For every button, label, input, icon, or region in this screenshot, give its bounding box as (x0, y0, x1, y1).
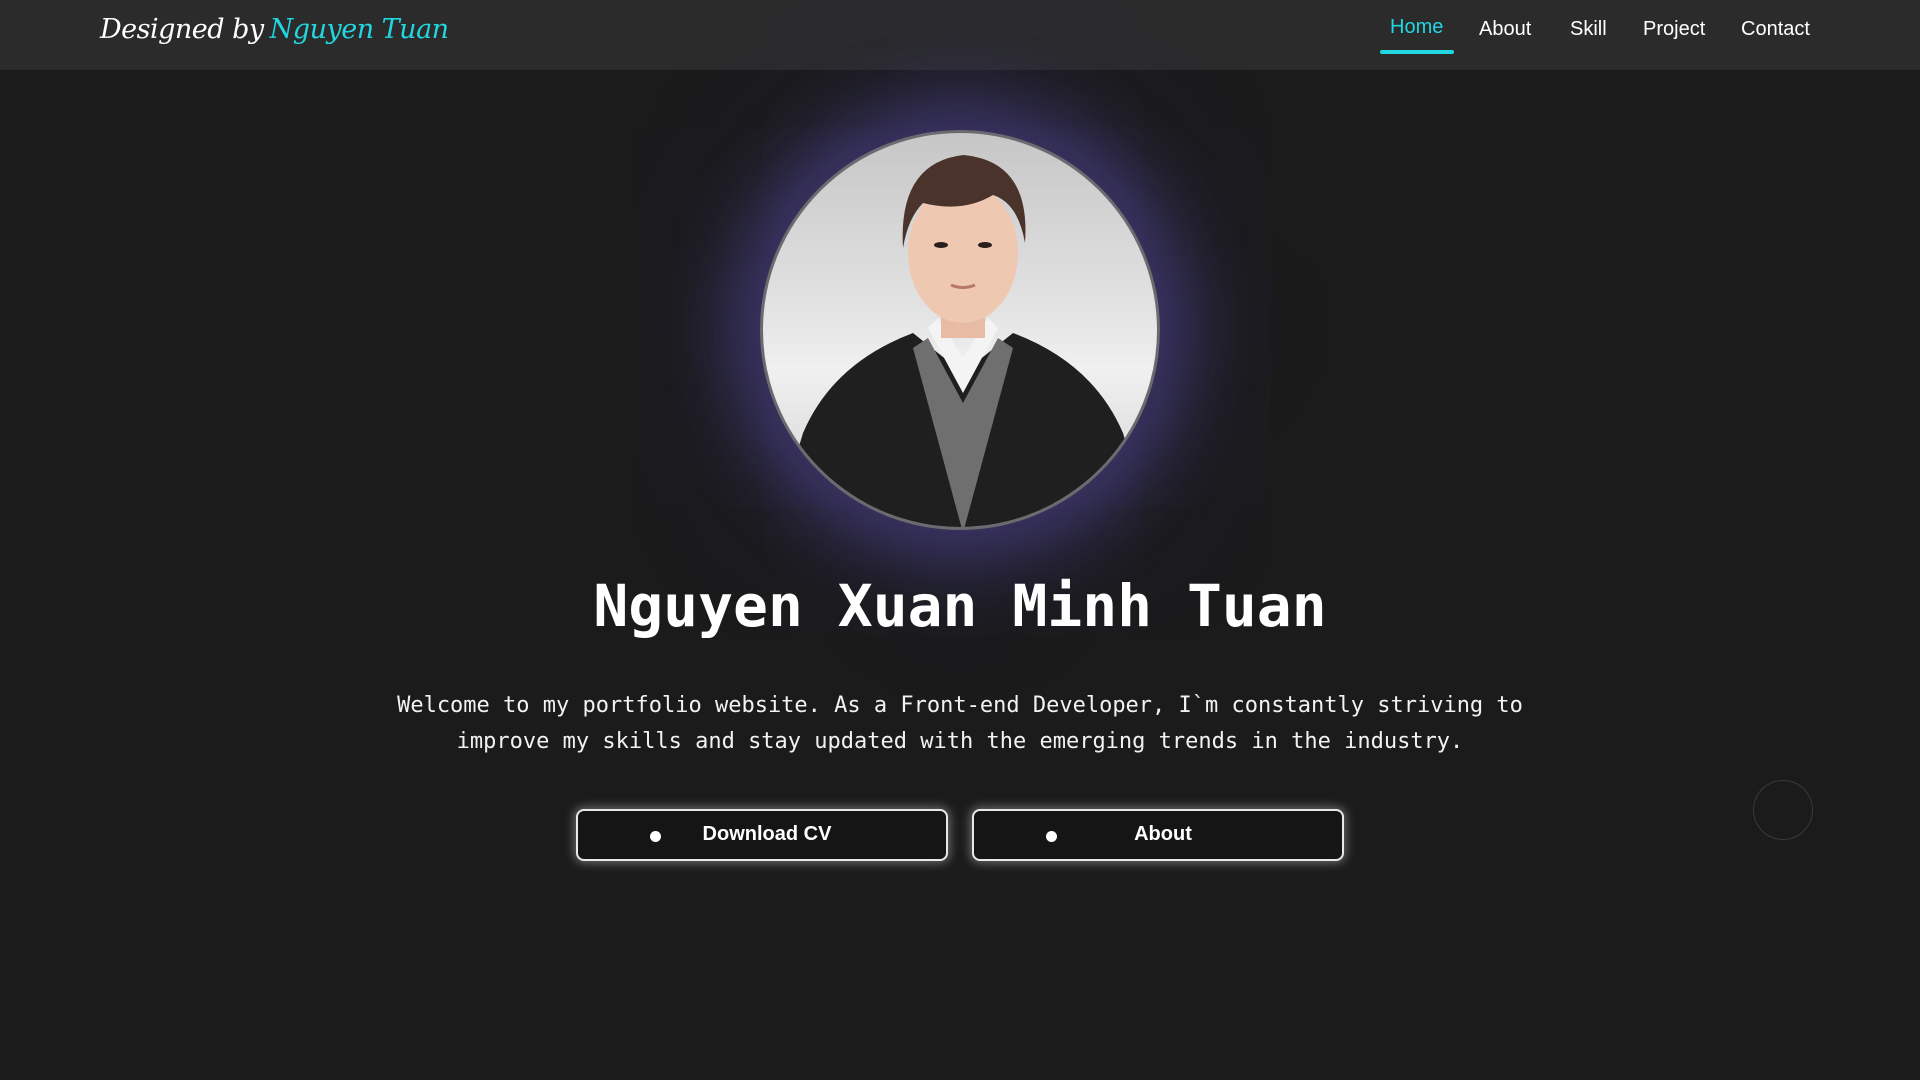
hero-description: Welcome to my portfolio website. As a Fr… (360, 688, 1560, 760)
nav-about[interactable]: About (1479, 18, 1531, 54)
about-button-label: About (1134, 823, 1192, 845)
download-cv-label: Download CV (702, 823, 832, 845)
nav-home[interactable]: Home (1390, 16, 1443, 52)
circle-outline-icon[interactable] (1753, 780, 1813, 840)
hero-description-line-2: improve my skills and stay updated with … (456, 729, 1464, 754)
nav-skill[interactable]: Skill (1570, 18, 1607, 54)
hero-description-line-1: Welcome to my portfolio website. As a Fr… (397, 693, 1523, 718)
nav-project[interactable]: Project (1643, 18, 1705, 54)
about-button[interactable]: About (972, 809, 1344, 861)
navbar: Designed by Nguyen Tuan Home About Skill … (0, 0, 1920, 70)
nav-links: Home About Skill Project Contact (0, 0, 1920, 70)
nav-active-underline (1380, 50, 1454, 54)
avatar-portrait-illustration (774, 155, 1152, 527)
profile-avatar (760, 130, 1160, 530)
download-cv-button[interactable]: Download CV (576, 809, 948, 861)
nav-contact[interactable]: Contact (1741, 18, 1810, 54)
hero-name: Nguyen Xuan Minh Tuan (593, 572, 1327, 640)
